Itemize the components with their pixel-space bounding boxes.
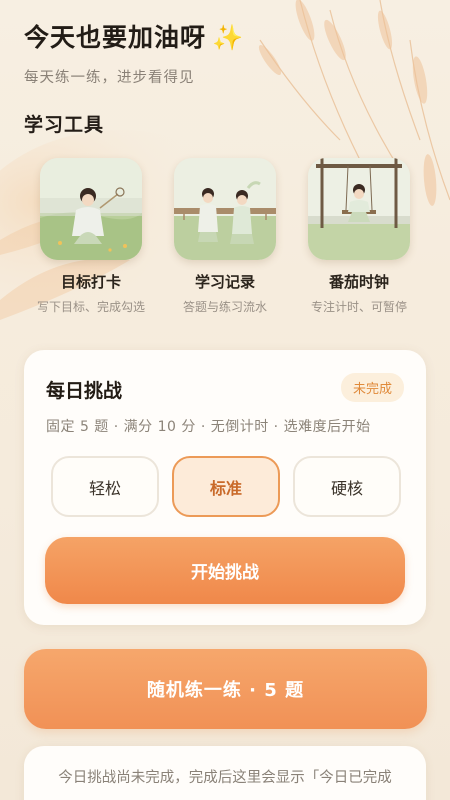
tool-desc: 答题与练习流水 [182, 300, 267, 314]
greeting-title-text: 今天也要加油呀 [24, 23, 207, 52]
start-challenge-button[interactable]: 开始挑战 [45, 537, 405, 604]
tool-name: 学习记录 [194, 273, 255, 291]
difficulty-standard-button[interactable]: 标准 [172, 456, 280, 517]
challenge-info: 固定 5 题 · 满分 10 分 · 无倒计时 · 选难度后开始 [46, 419, 371, 435]
difficulty-easy-button[interactable]: 轻松 [51, 456, 159, 517]
tool-desc: 专注计时、可暂停 [310, 300, 407, 314]
difficulty-selector: 轻松 标准 硬核 [51, 456, 401, 517]
tool-desc: 写下目标、完成勾选 [36, 300, 145, 314]
tool-study-log[interactable]: 学习记录 答题与练习流水 [158, 158, 292, 315]
difficulty-hard-button[interactable]: 硬核 [293, 456, 401, 517]
daily-challenge-title: 每日挑战 [46, 380, 123, 402]
tool-name: 目标打卡 [60, 273, 121, 291]
random-practice-button[interactable]: 随机练一练 · 5 题 [24, 649, 427, 729]
pomodoro-illustration [308, 158, 410, 260]
greeting-subtitle: 每天练一练，进步看得见 [24, 70, 195, 86]
tool-name: 番茄时钟 [328, 273, 389, 291]
status-badge: 未完成 [340, 373, 404, 402]
study-log-illustration [174, 158, 276, 260]
tools-row: 目标打卡 写下目标、完成勾选 学习记录 答题与练习流水 番茄时钟 专注计时、可暂… [24, 158, 426, 315]
tool-pomodoro[interactable]: 番茄时钟 专注计时、可暂停 [292, 158, 426, 315]
greeting-title: 今天也要加油呀 ✨ [24, 18, 244, 54]
today-result-text: 今日挑战尚未完成，完成后这里会显示「今日已完成 [58, 770, 392, 786]
header: 今天也要加油呀 ✨ 每天练一练，进步看得见 [24, 18, 244, 87]
tool-goal-checkin[interactable]: 目标打卡 写下目标、完成勾选 [24, 158, 158, 315]
daily-challenge-card: 每日挑战 未完成 固定 5 题 · 满分 10 分 · 无倒计时 · 选难度后开… [24, 350, 426, 625]
today-result-card: 今日挑战尚未完成，完成后这里会显示「今日已完成 [24, 746, 426, 800]
tools-section-title: 学习工具 [24, 114, 105, 136]
goal-checkin-illustration [40, 158, 142, 260]
sparkle-icon: ✨ [212, 23, 245, 52]
